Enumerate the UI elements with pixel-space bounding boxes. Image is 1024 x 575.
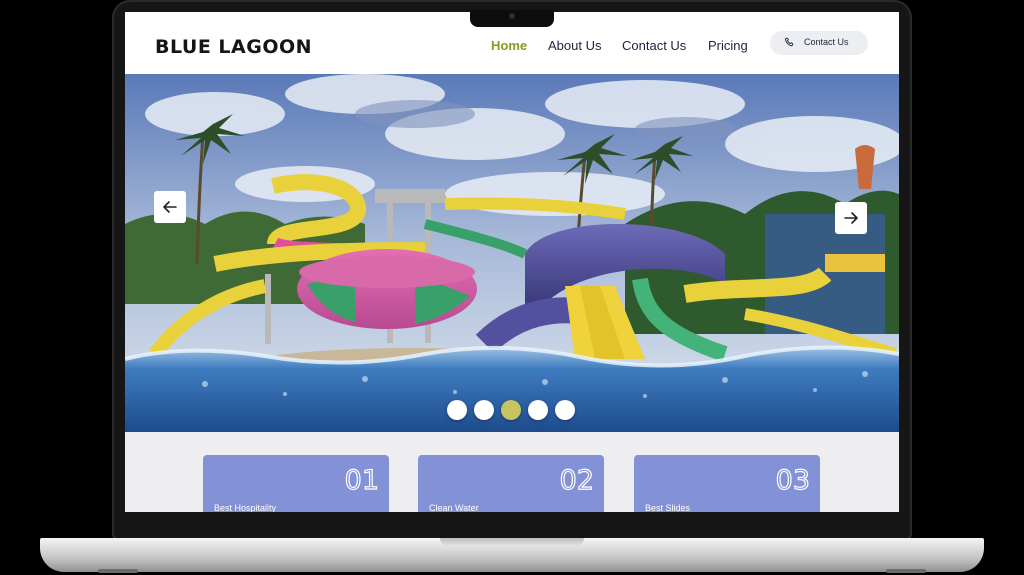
laptop-opening-notch: [440, 538, 584, 546]
nav-item-home[interactable]: Home: [491, 38, 527, 53]
nav-item-about[interactable]: About Us: [548, 38, 601, 53]
feature-number: 01: [344, 464, 380, 496]
feature-title: Clean Water: [429, 503, 479, 512]
carousel-dot-5[interactable]: [555, 400, 575, 420]
feature-title: Best Hospitality: [214, 503, 277, 512]
feature-card[interactable]: 01 Best Hospitality: [203, 455, 389, 512]
arrow-left-icon: [163, 201, 177, 213]
features-section: 01 Best Hospitality 02 Clean Water 03 Be…: [125, 432, 899, 512]
carousel-dot-1[interactable]: [447, 400, 467, 420]
feature-card[interactable]: 02 Clean Water: [418, 455, 604, 512]
carousel-prev-button[interactable]: [154, 191, 186, 223]
carousel-next-button[interactable]: [835, 202, 867, 234]
camera-notch: [470, 10, 554, 27]
feature-title: Best Slides: [645, 503, 691, 512]
feature-number: 03: [775, 464, 811, 496]
camera-icon: [509, 13, 515, 19]
nav-item-pricing[interactable]: Pricing: [708, 38, 748, 53]
website-screen: BLUE LAGOON Home About Us Contact Us Pri…: [125, 12, 899, 512]
feature-card[interactable]: 03 Best Slides: [634, 455, 820, 512]
contact-us-button-label: Contact Us: [804, 37, 849, 47]
arrow-right-icon: [844, 212, 858, 224]
nav-item-contact[interactable]: Contact Us: [622, 38, 686, 53]
laptop-foot: [886, 569, 926, 573]
hero-carousel: [125, 74, 899, 432]
brand-logo[interactable]: BLUE LAGOON: [155, 36, 312, 58]
contact-us-button[interactable]: Contact Us: [770, 31, 868, 55]
hero-image: [125, 74, 899, 432]
carousel-dot-2[interactable]: [474, 400, 494, 420]
carousel-dot-4[interactable]: [528, 400, 548, 420]
phone-icon: [784, 37, 794, 47]
carousel-dot-3[interactable]: [501, 400, 521, 420]
feature-number: 02: [559, 464, 595, 496]
laptop-foot: [98, 569, 138, 573]
